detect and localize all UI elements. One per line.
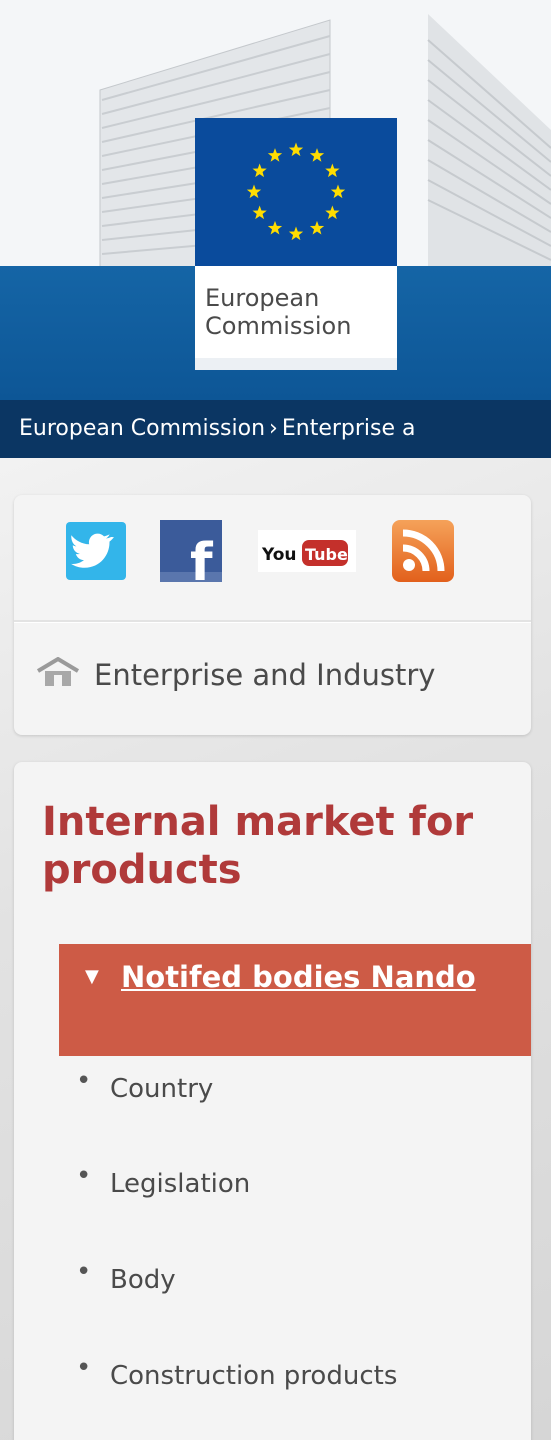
home-icon: [36, 656, 80, 686]
subnav-item-label: Country: [110, 1074, 214, 1104]
eu-star-icon: [325, 205, 340, 220]
subnav-item-legislation[interactable]: • Legislation: [76, 1154, 251, 1214]
eu-star-icon: [252, 205, 267, 220]
site-header: European Commission: [0, 0, 551, 400]
eu-star-icon: [252, 163, 267, 178]
section-title: Internal market for products: [42, 799, 474, 893]
youtube-you-text: You: [261, 545, 297, 565]
home-link-enterprise-industry[interactable]: Enterprise and Industry: [36, 645, 435, 705]
eu-flag-icon: [195, 118, 397, 266]
eu-star-icon: [288, 142, 304, 157]
eu-star-icon: [309, 220, 325, 235]
subnav-item-label: Body: [110, 1265, 176, 1295]
facebook-icon[interactable]: f: [160, 520, 222, 593]
logo-text-line2: Commission: [205, 312, 352, 340]
breadcrumb-separator-icon: ›: [269, 416, 278, 441]
rss-icon[interactable]: [392, 520, 454, 582]
subnav-item-label: Construction products: [110, 1361, 398, 1391]
logo-plate: European Commission: [195, 266, 397, 370]
twitter-icon[interactable]: [66, 520, 126, 582]
social-links: f You Tube: [14, 495, 531, 620]
eu-star-icon: [330, 184, 346, 199]
bullet-icon: •: [76, 1161, 92, 1191]
eu-star-icon: [309, 148, 325, 162]
subnav-item-country[interactable]: • Country: [76, 1059, 214, 1119]
breadcrumb: European Commission › Enterprise a: [0, 400, 551, 458]
eu-star-icon: [288, 226, 304, 241]
nav-item-notified-bodies-nando[interactable]: ▼ Notifed bodies Nando: [59, 944, 531, 1056]
social-home-panel: f You Tube Enterprise and Industry: [14, 495, 531, 735]
bullet-icon: •: [76, 1066, 92, 1096]
subnav-item-construction-products[interactable]: • Construction products: [76, 1346, 398, 1406]
logo-text-line1: European: [205, 284, 320, 312]
breadcrumb-item-european-commission[interactable]: European Commission: [19, 416, 265, 441]
eu-star-icon: [246, 184, 262, 199]
section-nav-panel: Internal market for products ▼ Notifed b…: [14, 762, 531, 1440]
european-commission-logo[interactable]: European Commission: [195, 118, 397, 370]
nav-item-notified-bodies-link[interactable]: Notifed bodies Nando: [121, 956, 521, 998]
youtube-icon[interactable]: You Tube: [258, 520, 356, 582]
facebook-letter: f: [190, 533, 214, 582]
eu-star-icon: [267, 220, 283, 235]
home-link-label: Enterprise and Industry: [94, 658, 436, 692]
expanded-triangle-icon: ▼: [85, 966, 99, 987]
bullet-icon: •: [76, 1257, 92, 1287]
panel-divider: [14, 620, 531, 623]
subnav-item-label: Legislation: [110, 1169, 251, 1199]
eu-star-icon: [267, 148, 283, 162]
subnav-item-body[interactable]: • Body: [76, 1250, 176, 1310]
eu-star-icon: [325, 163, 340, 178]
youtube-tube-text: Tube: [305, 545, 348, 564]
bullet-icon: •: [76, 1353, 92, 1383]
breadcrumb-item-enterprise[interactable]: Enterprise a: [282, 416, 416, 441]
